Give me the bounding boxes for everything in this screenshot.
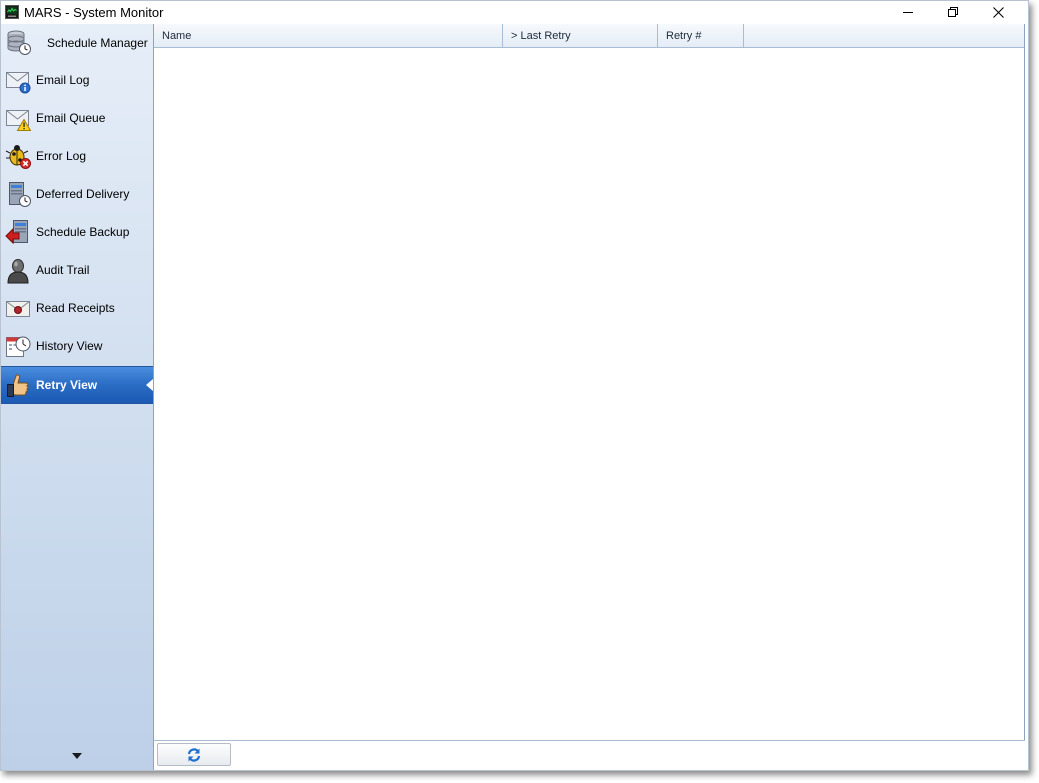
close-button[interactable] [975,1,1021,23]
minimize-icon [903,12,913,13]
refresh-button[interactable] [157,743,231,766]
monitor-app-icon [5,5,19,19]
sidebar-nav: Schedule Manager Email Log Email Queue E… [1,24,154,770]
sidebar-item-email-queue[interactable]: Email Queue [1,100,153,138]
sidebar-item-label: History View [36,339,103,353]
email-log-icon [5,67,32,94]
sidebar-item-deferred-delivery[interactable]: Deferred Delivery [1,176,153,214]
schedule-manager-icon [5,29,32,56]
sidebar-item-label: Error Log [36,149,87,163]
retry-view-grid: Name > Last Retry Retry # [154,24,1025,740]
sidebar-item-label: Read Receipts [36,301,115,315]
sidebar-item-label: Deferred Delivery [36,187,130,201]
active-indicator-arrow [146,379,153,391]
column-header-retry-count[interactable]: Retry # [658,24,744,47]
read-receipts-icon [5,295,32,322]
minimize-button[interactable] [885,1,931,23]
sidebar-item-audit-trail[interactable]: Audit Trail [1,252,153,290]
title-bar[interactable]: MARS - System Monitor [1,1,1028,24]
refresh-icon [187,747,201,762]
column-header-name[interactable]: Name [154,24,503,47]
error-log-icon [5,143,32,170]
sidebar-item-history-view[interactable]: History View [1,328,153,366]
sidebar-item-retry-view[interactable]: Retry View [1,366,153,404]
sidebar-item-label: Audit Trail [36,263,90,277]
schedule-backup-icon [5,219,32,246]
bottom-toolbar [154,740,1025,770]
sidebar-item-label: Email Queue [36,111,106,125]
audit-trail-icon [5,257,32,284]
sidebar-item-label: Schedule Backup [36,225,130,239]
sidebar-item-error-log[interactable]: Error Log [1,138,153,176]
history-view-icon [5,333,32,360]
grid-header: Name > Last Retry Retry # [154,24,1024,48]
sidebar-item-read-receipts[interactable]: Read Receipts [1,290,153,328]
sidebar-item-label: Retry View [36,378,98,392]
app-window: MARS - System Monitor Schedule Manager E… [0,0,1029,771]
sidebar-item-label: Schedule Manager [47,36,148,50]
restore-icon [948,7,958,17]
deferred-delivery-icon [5,181,32,208]
restore-button[interactable] [930,1,976,23]
sidebar-item-email-log[interactable]: Email Log [1,62,153,100]
sidebar-item-label: Email Log [36,73,90,87]
email-queue-icon [5,105,32,132]
retry-view-icon [5,372,32,399]
sidebar-item-schedule-manager[interactable]: Schedule Manager [1,24,153,62]
sidebar-item-schedule-backup[interactable]: Schedule Backup [1,214,153,252]
column-header-last-retry[interactable]: > Last Retry [503,24,658,47]
close-icon [992,6,1004,18]
chevron-down-icon[interactable] [72,753,82,759]
window-title: MARS - System Monitor [24,5,164,20]
